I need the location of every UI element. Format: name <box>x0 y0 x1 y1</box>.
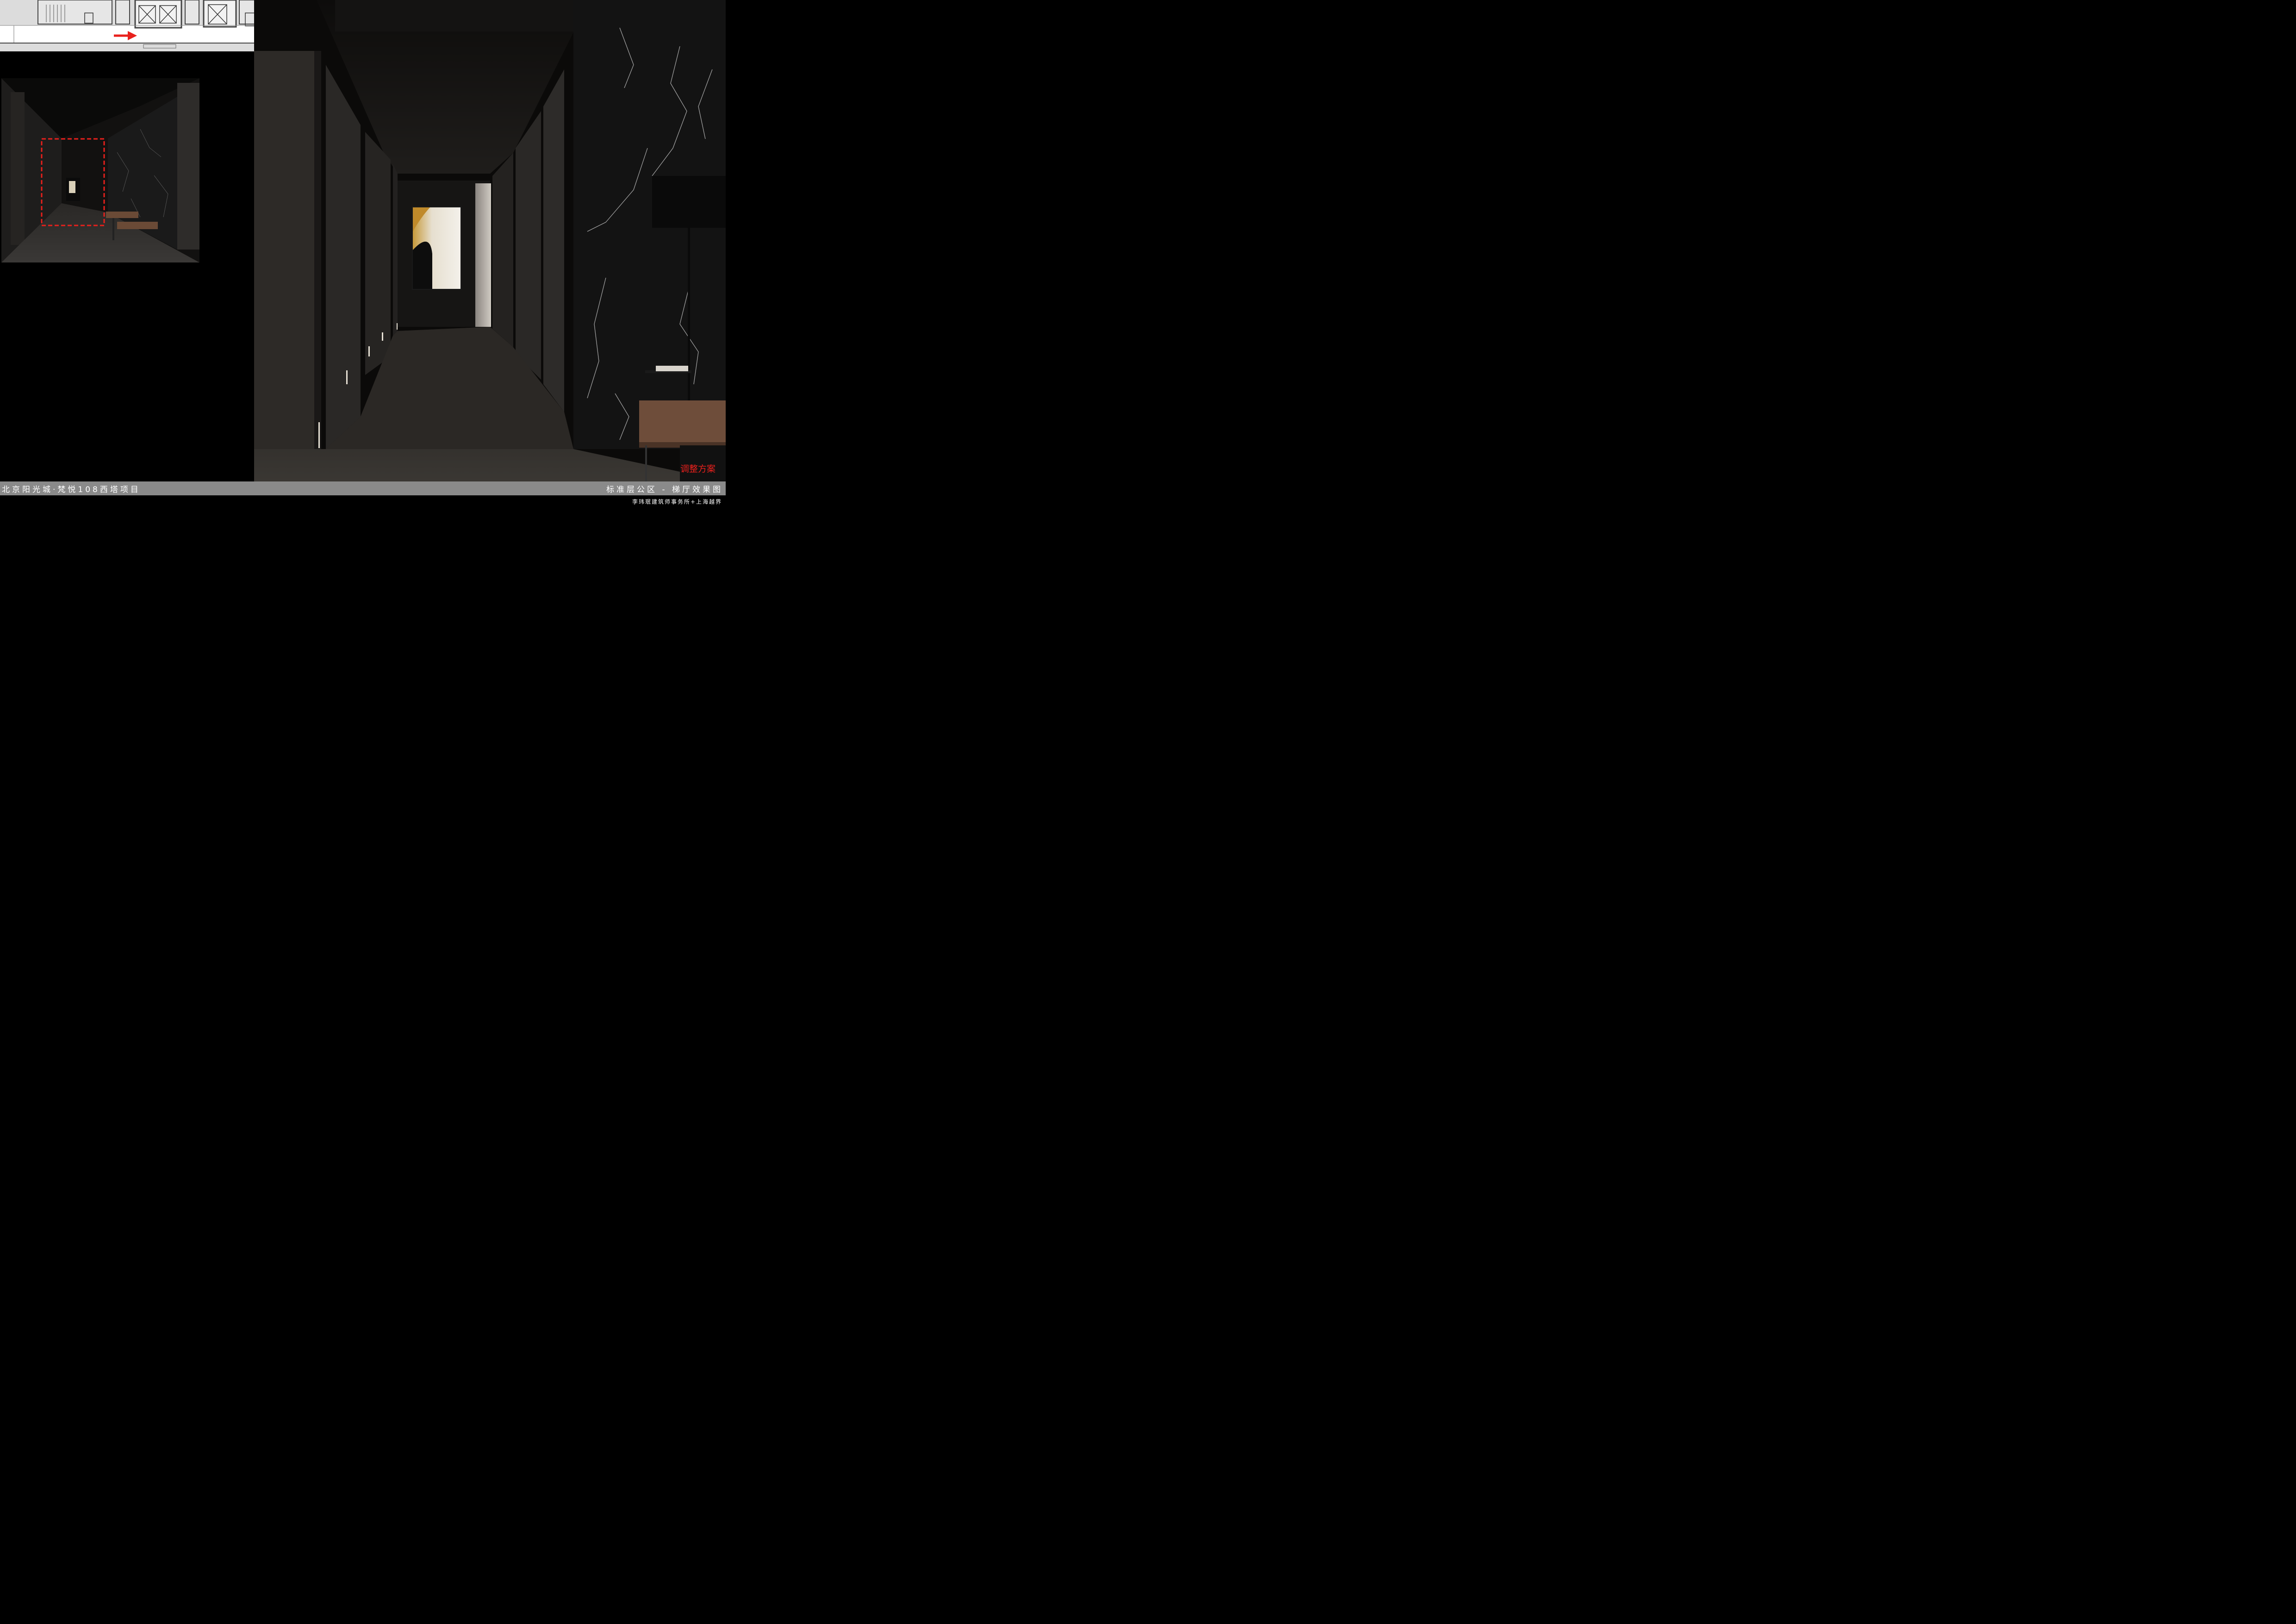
firm-credit: 李玮珉建筑师事务所+上海越界 <box>632 499 722 505</box>
elevator-lobby-drawing <box>254 0 726 481</box>
footer-bar <box>0 495 726 513</box>
elevator-lobby-render <box>254 0 726 481</box>
artwork-panel <box>412 206 461 290</box>
drawing-title: 标准层公区 - 梯厅效果图 <box>606 485 723 494</box>
corridor-overview-render <box>1 78 199 262</box>
project-title: 北京阳光城·梵悦108西塔项目 <box>2 485 141 494</box>
corridor-overview-drawing <box>1 78 199 262</box>
revision-label: 调整方案 <box>680 464 716 474</box>
